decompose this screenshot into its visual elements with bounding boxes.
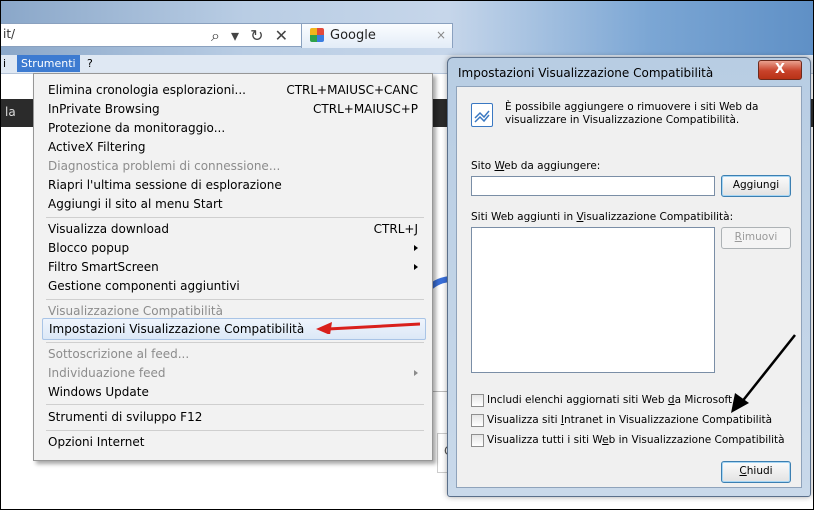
menu-item-label: Aggiungi il sito al menu Start <box>48 197 223 211</box>
label-part: Siti Web aggiunti in <box>471 211 577 223</box>
dialog-close-button[interactable]: X <box>758 60 802 80</box>
button-label: imuovi <box>741 231 778 243</box>
menu-item-windows-update[interactable]: Windows Update <box>48 382 418 402</box>
menu-item-downloads[interactable]: Visualizza download CTRL+J <box>48 219 418 239</box>
dialog-body: È possibile aggiungere o rimuovere i sit… <box>456 86 802 488</box>
tab-close-icon[interactable]: × <box>436 28 446 42</box>
menu-item-internet-options[interactable]: Opzioni Internet <box>48 432 418 452</box>
menu-item-label: Protezione da monitoraggio... <box>48 121 226 135</box>
label-part: Visualizza siti <box>487 414 561 426</box>
add-site-input[interactable] <box>471 176 715 196</box>
menubar-item-help[interactable]: ? <box>87 57 93 70</box>
submenu-arrow-icon <box>414 264 418 270</box>
button-accesskey: R <box>734 231 742 243</box>
tab-title: Google <box>330 28 376 43</box>
menu-separator <box>46 217 424 218</box>
menu-separator <box>46 342 424 343</box>
menu-item-feed-subscribe: Sottoscrizione al feed... <box>48 344 418 364</box>
close-button[interactable]: Chiudi <box>721 461 791 483</box>
menu-item-label: Blocco popup <box>48 241 130 255</box>
menu-item-tracking-protection[interactable]: Protezione da monitoraggio... <box>48 118 418 138</box>
menu-item-label: Impostazioni Visualizzazione Compatibili… <box>49 322 305 336</box>
dialog-title: Impostazioni Visualizzazione Compatibili… <box>458 66 714 80</box>
added-sites-label: Siti Web aggiunti in Visualizzazione Com… <box>471 211 733 223</box>
label-part: Sito <box>471 160 495 172</box>
menu-item-manage-addons[interactable]: Gestione componenti aggiuntivi <box>48 276 418 296</box>
address-bar-icons[interactable]: ⌕ ▾ ↻ ✕ <box>211 26 291 46</box>
black-arrow-icon <box>731 334 796 413</box>
checkbox-label: Visualizza siti Intranet in Visualizzazi… <box>487 413 772 427</box>
menu-item-label: Strumenti di sviluppo F12 <box>48 410 203 424</box>
address-bar[interactable]: it/ ⌕ ▾ ↻ ✕ <box>1 23 302 47</box>
menu-item-label: Individuazione feed <box>48 366 166 380</box>
checkbox[interactable] <box>471 394 484 407</box>
compat-view-settings-dialog: Impostazioni Visualizzazione Compatibili… <box>447 57 811 497</box>
menu-item-shortcut: CTRL+MAIUSC+P <box>313 102 418 116</box>
checkbox-label: Visualizza tutti i siti Web in Visualizz… <box>487 433 785 447</box>
label-part: eb da aggiungere: <box>504 160 601 172</box>
menu-item-label: Visualizza download <box>48 222 169 236</box>
menu-item-shortcut: CTRL+MAIUSC+CANC <box>286 83 418 97</box>
menu-item-inprivate[interactable]: InPrivate Browsing CTRL+MAIUSC+P <box>48 99 418 119</box>
button-label: hiudi <box>746 465 773 477</box>
tools-menu: Elimina cronologia esplorazioni... CTRL+… <box>33 73 433 461</box>
menu-item-shortcut: CTRL+J <box>373 222 418 236</box>
compat-view-icon <box>471 103 493 127</box>
checkbox[interactable] <box>471 414 484 427</box>
menu-item-label: Filtro SmartScreen <box>48 260 159 274</box>
menu-item-label: InPrivate Browsing <box>48 102 160 116</box>
menu-item-reopen-session[interactable]: Riapri l'ultima sessione di esplorazione <box>48 175 418 195</box>
label-accesskey: W <box>494 160 505 172</box>
menu-item-activex[interactable]: ActiveX Filtering <box>48 137 418 157</box>
label-part: ntranet in Visualizzazione Compatibilità <box>563 414 773 426</box>
checkbox[interactable] <box>471 434 484 447</box>
label-part: Includi elenchi aggiornati siti Web <box>487 394 668 406</box>
menu-separator <box>46 299 424 300</box>
button-accesskey: C <box>739 465 747 477</box>
menu-item-popup-blocker[interactable]: Blocco popup <box>48 238 418 258</box>
menu-item-smartscreen[interactable]: Filtro SmartScreen <box>48 257 418 277</box>
menu-item-label: Windows Update <box>48 385 149 399</box>
menu-item-diagnose: Diagnostica problemi di connessione... <box>48 156 418 176</box>
menu-item-feed-discovery: Individuazione feed <box>48 363 418 383</box>
menu-item-delete-history[interactable]: Elimina cronologia esplorazioni... CTRL+… <box>48 80 418 100</box>
menu-item-label: ActiveX Filtering <box>48 140 146 154</box>
browser-tab-google[interactable]: Google × <box>301 23 453 48</box>
menu-item-label: Riapri l'ultima sessione di esplorazione <box>48 178 282 192</box>
menu-item-dev-tools[interactable]: Strumenti di sviluppo F12 <box>48 407 418 427</box>
label-accesskey: d <box>667 394 675 406</box>
label-part: a Microsoft <box>674 394 733 406</box>
dark-header-text: la <box>5 105 16 119</box>
checkbox-label: Includi elenchi aggiornati siti Web da M… <box>487 393 732 407</box>
browser-toolbar: it/ ⌕ ▾ ↻ ✕ Google × <box>1 1 813 55</box>
submenu-arrow-icon <box>414 245 418 251</box>
google-favicon-icon <box>310 28 324 42</box>
menu-item-label: Gestione componenti aggiuntivi <box>48 279 240 293</box>
dialog-info-text: È possibile aggiungere o rimuovere i sit… <box>505 101 759 126</box>
label-part: isualizzazione Compatibilità: <box>583 211 734 223</box>
menu-separator <box>46 404 424 405</box>
menu-item-label: Opzioni Internet <box>48 435 145 449</box>
added-sites-list[interactable] <box>471 227 715 373</box>
menu-item-label: Sottoscrizione al feed... <box>48 347 190 361</box>
add-button[interactable]: Aggiungi <box>721 175 791 197</box>
label-part: b in Visualizzazione Compatibilità <box>608 434 785 446</box>
label-part: Visualizza tutti i siti W <box>487 434 603 446</box>
menubar-item-partial[interactable]: i <box>3 57 6 70</box>
menubar-item-strumenti[interactable]: Strumenti <box>17 55 80 72</box>
menu-separator <box>46 430 424 431</box>
menu-item-label: Diagnostica problemi di connessione... <box>48 159 281 173</box>
remove-button: Rimuovi <box>721 227 791 249</box>
add-site-label: Sito Web da aggiungere: <box>471 160 600 172</box>
menu-item-label: Elimina cronologia esplorazioni... <box>48 83 246 97</box>
screenshot-frame: it/ ⌕ ▾ ↻ ✕ Google × i Strumenti ? la C … <box>0 0 814 510</box>
submenu-arrow-icon <box>414 370 418 376</box>
address-text: it/ <box>3 27 16 41</box>
red-arrow-icon <box>316 322 420 334</box>
menu-item-add-to-start[interactable]: Aggiungi il sito al menu Start <box>48 194 418 214</box>
